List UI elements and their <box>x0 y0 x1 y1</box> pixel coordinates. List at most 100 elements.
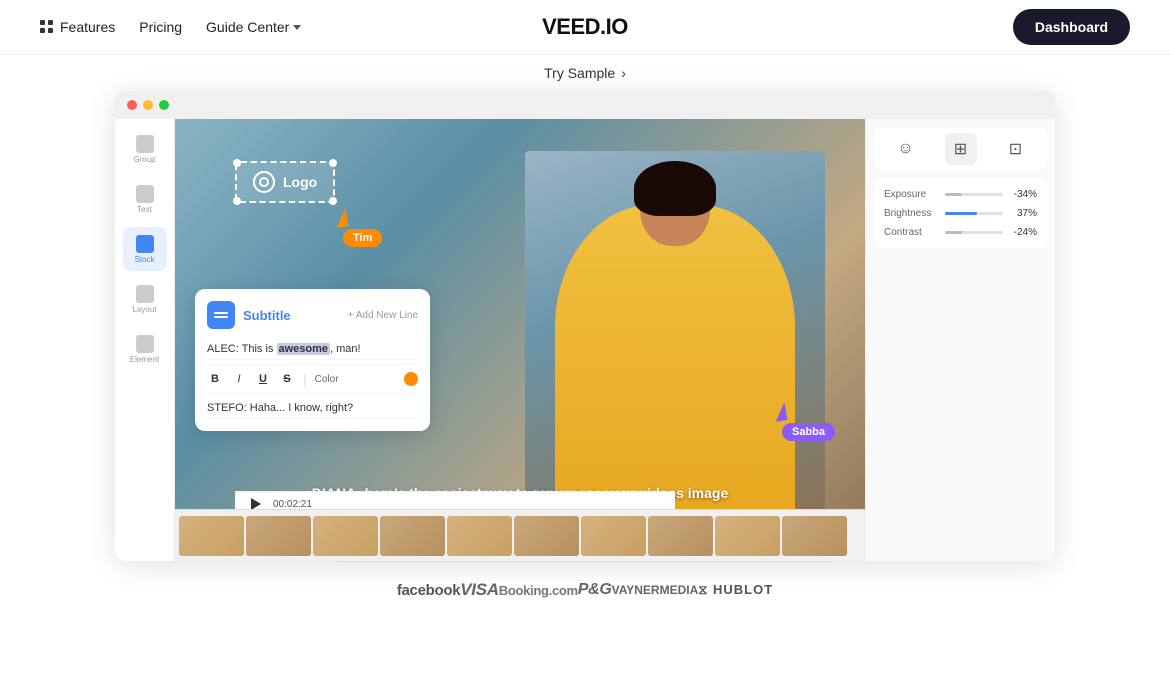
exposure-slider[interactable] <box>945 193 1003 196</box>
tim-cursor-arrow <box>334 208 349 228</box>
vaynermedia-logo: VAYNERMEDIA <box>612 583 699 597</box>
add-new-line-button[interactable]: + Add New Line <box>348 310 418 321</box>
sidebar-icon-3 <box>136 235 154 253</box>
crop-icon: ⊡ <box>1009 139 1022 159</box>
grid-icon <box>40 20 54 34</box>
corner-handle-bl <box>233 197 241 205</box>
face-icon: ☺ <box>897 140 913 158</box>
sidebar-icon-5 <box>136 335 154 353</box>
film-frame <box>246 516 311 556</box>
exposure-fill <box>945 193 962 196</box>
film-frame <box>648 516 713 556</box>
filmstrip <box>175 509 865 561</box>
sabba-cursor-arrow <box>773 402 788 422</box>
sidebar-icon-1 <box>136 135 154 153</box>
subtitle-icon <box>207 301 235 329</box>
format-italic-button[interactable]: I <box>231 371 247 387</box>
visa-logo: VISA <box>460 580 498 600</box>
format-underline-button[interactable]: U <box>255 371 271 387</box>
sidebar-item-2[interactable]: Text <box>123 177 167 221</box>
subtitle-title-text: Subtitle <box>243 308 291 323</box>
panel-tabs: ☺ ⊞ ⊡ <box>874 127 1047 171</box>
film-frame <box>782 516 847 556</box>
sidebar-item-1[interactable]: Group <box>123 127 167 171</box>
panel-sliders: Exposure -34% Brightness 37% <box>874 179 1047 248</box>
subtitle-highlight: awesome <box>277 343 331 355</box>
logo-overlay[interactable]: Logo <box>235 161 335 203</box>
person-hair <box>634 161 716 216</box>
brightness-value: 37% <box>1009 208 1037 219</box>
sidebar-item-4[interactable]: Layout <box>123 277 167 321</box>
window-chrome <box>115 91 1055 119</box>
site-logo[interactable]: VEED.IO <box>542 14 628 40</box>
subtitle-formatting-toolbar: B I U S | Color <box>207 364 418 394</box>
sidebar-label-1: Group <box>133 155 155 164</box>
dashboard-button[interactable]: Dashboard <box>1013 9 1130 45</box>
logo-circle-icon <box>253 171 275 193</box>
try-sample-bar: Try Sample › <box>0 55 1170 91</box>
exposure-row: Exposure -34% <box>884 189 1037 200</box>
sliders-icon: ⊞ <box>954 139 967 159</box>
sabba-name-badge: Sabba <box>782 423 835 441</box>
format-strikethrough-button[interactable]: S <box>279 371 295 387</box>
sidebar-label-3: Stock <box>134 255 154 264</box>
contrast-value: -24% <box>1009 227 1037 238</box>
panel-tab-face[interactable]: ☺ <box>890 133 922 165</box>
logo-inner-circle <box>259 177 269 187</box>
try-sample-arrow: › <box>621 65 626 81</box>
brands-bar: facebook VISA Booking.com P&G VAYNERMEDI… <box>337 561 833 618</box>
sidebar-item-stock[interactable]: Stock <box>123 227 167 271</box>
booking-logo: Booking.com <box>499 583 578 598</box>
sidebar-label-2: Text <box>137 205 152 214</box>
time-display: 00:02:21 <box>273 499 312 510</box>
subtitle-line-1[interactable]: ALEC: This is awesome, man! <box>207 339 418 360</box>
features-nav-item[interactable]: Features <box>40 19 115 35</box>
corner-handle-br <box>329 197 337 205</box>
format-bold-button[interactable]: B <box>207 371 223 387</box>
film-frame <box>715 516 780 556</box>
film-frame <box>514 516 579 556</box>
person-body <box>555 205 795 511</box>
icon-line <box>214 312 228 314</box>
color-picker[interactable] <box>404 372 418 386</box>
features-label: Features <box>60 19 115 35</box>
icon-line <box>214 316 228 318</box>
contrast-fill <box>945 231 962 234</box>
sidebar-item-5[interactable]: Element <box>123 327 167 371</box>
minimize-window-dot[interactable] <box>143 100 153 110</box>
sidebar-icon-2 <box>136 185 154 203</box>
sidebar-label-4: Layout <box>132 305 156 314</box>
person-area <box>525 151 825 511</box>
content-area: Group Text Stock Layout Element <box>0 91 1170 618</box>
close-window-dot[interactable] <box>127 100 137 110</box>
subtitle-icon-lines <box>214 312 228 318</box>
film-frame <box>313 516 378 556</box>
corner-handle-tl <box>233 159 241 167</box>
panel-tab-crop[interactable]: ⊡ <box>1000 133 1032 165</box>
exposure-value: -34% <box>1009 189 1037 200</box>
contrast-slider[interactable] <box>945 231 1003 234</box>
navbar: Features Pricing Guide Center VEED.IO Da… <box>0 0 1170 55</box>
subtitle-line-2[interactable]: STEFO: Haha... I know, right? <box>207 398 418 419</box>
try-sample-link[interactable]: Try Sample <box>544 65 615 81</box>
brightness-slider[interactable] <box>945 212 1003 215</box>
nav-left: Features Pricing Guide Center <box>40 19 301 35</box>
color-label: Color <box>315 374 339 385</box>
pricing-nav-link[interactable]: Pricing <box>139 19 182 35</box>
logo-text: Logo <box>283 174 317 190</box>
editor-mockup: Group Text Stock Layout Element <box>115 91 1055 561</box>
format-divider: | <box>303 371 307 387</box>
guide-center-nav-item[interactable]: Guide Center <box>206 19 301 35</box>
guide-center-label: Guide Center <box>206 19 289 35</box>
brightness-label: Brightness <box>884 208 939 219</box>
subtitle-panel: Subtitle + Add New Line ALEC: This is aw… <box>195 289 430 431</box>
corner-handle-tr <box>329 159 337 167</box>
panel-tab-sliders[interactable]: ⊞ <box>945 133 977 165</box>
pg-logo: P&G <box>578 581 612 599</box>
maximize-window-dot[interactable] <box>159 100 169 110</box>
editor-right-panel: ☺ ⊞ ⊡ Exposure <box>865 119 1055 561</box>
subtitle-title-row: Subtitle <box>207 301 291 329</box>
contrast-row: Contrast -24% <box>884 227 1037 238</box>
editor-sidebar: Group Text Stock Layout Element <box>115 119 175 561</box>
sidebar-icon-4 <box>136 285 154 303</box>
